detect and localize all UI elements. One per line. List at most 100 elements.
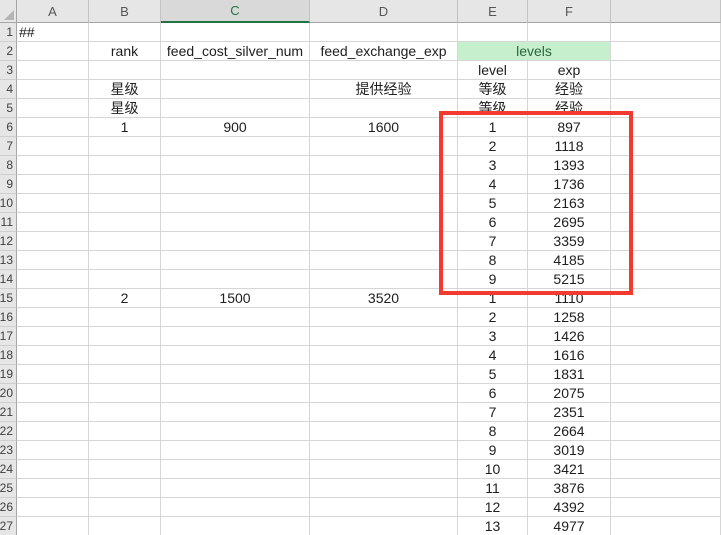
cell-E6[interactable]: 1: [458, 118, 528, 137]
cell-B11[interactable]: [89, 213, 161, 232]
column-header-C[interactable]: C: [161, 0, 310, 23]
cell-C20[interactable]: [161, 384, 310, 403]
cell-A8[interactable]: [17, 156, 89, 175]
cell-D8[interactable]: [310, 156, 458, 175]
column-header-E[interactable]: E: [458, 0, 528, 23]
cell-D10[interactable]: [310, 194, 458, 213]
row-header-27[interactable]: 27: [0, 517, 17, 535]
cell-F6[interactable]: 897: [528, 118, 611, 137]
row-header-15[interactable]: 15: [0, 289, 17, 308]
cell-A10[interactable]: [17, 194, 89, 213]
cell-A21[interactable]: [17, 403, 89, 422]
select-all-corner[interactable]: [0, 0, 17, 23]
column-header-B[interactable]: B: [89, 0, 161, 23]
cell-D25[interactable]: [310, 479, 458, 498]
cell-F18[interactable]: 1616: [528, 346, 611, 365]
cell-B24[interactable]: [89, 460, 161, 479]
cell-D15[interactable]: 3520: [310, 289, 458, 308]
cell-D2[interactable]: feed_exchange_exp: [310, 42, 458, 61]
row-header-8[interactable]: 8: [0, 156, 17, 175]
row-header-11[interactable]: 11: [0, 213, 17, 232]
cell-A14[interactable]: [17, 270, 89, 289]
cell-A20[interactable]: [17, 384, 89, 403]
cell-B13[interactable]: [89, 251, 161, 270]
cell-A4[interactable]: [17, 80, 89, 99]
cell-G7[interactable]: [611, 137, 721, 156]
cell-G22[interactable]: [611, 422, 721, 441]
cell-D21[interactable]: [310, 403, 458, 422]
cell-A17[interactable]: [17, 327, 89, 346]
cell-G6[interactable]: [611, 118, 721, 137]
column-header-D[interactable]: D: [310, 0, 458, 23]
cell-F24[interactable]: 3421: [528, 460, 611, 479]
cell-G20[interactable]: [611, 384, 721, 403]
cell-D17[interactable]: [310, 327, 458, 346]
cell-B4[interactable]: 星级: [89, 80, 161, 99]
column-header-partial[interactable]: [611, 0, 721, 23]
cell-C18[interactable]: [161, 346, 310, 365]
cell-C22[interactable]: [161, 422, 310, 441]
cell-C19[interactable]: [161, 365, 310, 384]
cell-F23[interactable]: 3019: [528, 441, 611, 460]
cell-G24[interactable]: [611, 460, 721, 479]
cell-D7[interactable]: [310, 137, 458, 156]
cell-E22[interactable]: 8: [458, 422, 528, 441]
cell-E25[interactable]: 11: [458, 479, 528, 498]
cell-C10[interactable]: [161, 194, 310, 213]
cell-E10[interactable]: 5: [458, 194, 528, 213]
cell-A15[interactable]: [17, 289, 89, 308]
cell-D18[interactable]: [310, 346, 458, 365]
cell-B14[interactable]: [89, 270, 161, 289]
row-header-4[interactable]: 4: [0, 80, 17, 99]
cell-A13[interactable]: [17, 251, 89, 270]
cell-E7[interactable]: 2: [458, 137, 528, 156]
cell-A1[interactable]: ##: [17, 23, 89, 42]
cell-B15[interactable]: 2: [89, 289, 161, 308]
cell-A18[interactable]: [17, 346, 89, 365]
cell-D3[interactable]: [310, 61, 458, 80]
cell-G1[interactable]: [611, 23, 721, 42]
cell-G21[interactable]: [611, 403, 721, 422]
cell-G4[interactable]: [611, 80, 721, 99]
cell-C7[interactable]: [161, 137, 310, 156]
cell-C4[interactable]: [161, 80, 310, 99]
cell-C5[interactable]: [161, 99, 310, 118]
cell-G10[interactable]: [611, 194, 721, 213]
cell-C13[interactable]: [161, 251, 310, 270]
cell-G12[interactable]: [611, 232, 721, 251]
cell-D14[interactable]: [310, 270, 458, 289]
cell-D12[interactable]: [310, 232, 458, 251]
cell-C23[interactable]: [161, 441, 310, 460]
cell-A5[interactable]: [17, 99, 89, 118]
cell-D22[interactable]: [310, 422, 458, 441]
row-header-13[interactable]: 13: [0, 251, 17, 270]
cell-D16[interactable]: [310, 308, 458, 327]
cell-F4[interactable]: 经验: [528, 80, 611, 99]
cell-F21[interactable]: 2351: [528, 403, 611, 422]
cell-F3[interactable]: exp: [528, 61, 611, 80]
cell-E21[interactable]: 7: [458, 403, 528, 422]
cell-A3[interactable]: [17, 61, 89, 80]
cell-E18[interactable]: 4: [458, 346, 528, 365]
cell-C26[interactable]: [161, 498, 310, 517]
cell-G2[interactable]: [611, 42, 721, 61]
cell-G26[interactable]: [611, 498, 721, 517]
cell-C12[interactable]: [161, 232, 310, 251]
cell-B17[interactable]: [89, 327, 161, 346]
cell-E27[interactable]: 13: [458, 517, 528, 535]
row-header-1[interactable]: 1: [0, 23, 17, 42]
row-header-22[interactable]: 22: [0, 422, 17, 441]
cell-A6[interactable]: [17, 118, 89, 137]
cell-C17[interactable]: [161, 327, 310, 346]
cell-B18[interactable]: [89, 346, 161, 365]
cell-A11[interactable]: [17, 213, 89, 232]
cell-E14[interactable]: 9: [458, 270, 528, 289]
cell-A26[interactable]: [17, 498, 89, 517]
cell-D1[interactable]: [310, 23, 458, 42]
row-header-6[interactable]: 6: [0, 118, 17, 137]
row-header-10[interactable]: 10: [0, 194, 17, 213]
cell-F9[interactable]: 1736: [528, 175, 611, 194]
cell-G17[interactable]: [611, 327, 721, 346]
cell-C24[interactable]: [161, 460, 310, 479]
cell-E9[interactable]: 4: [458, 175, 528, 194]
